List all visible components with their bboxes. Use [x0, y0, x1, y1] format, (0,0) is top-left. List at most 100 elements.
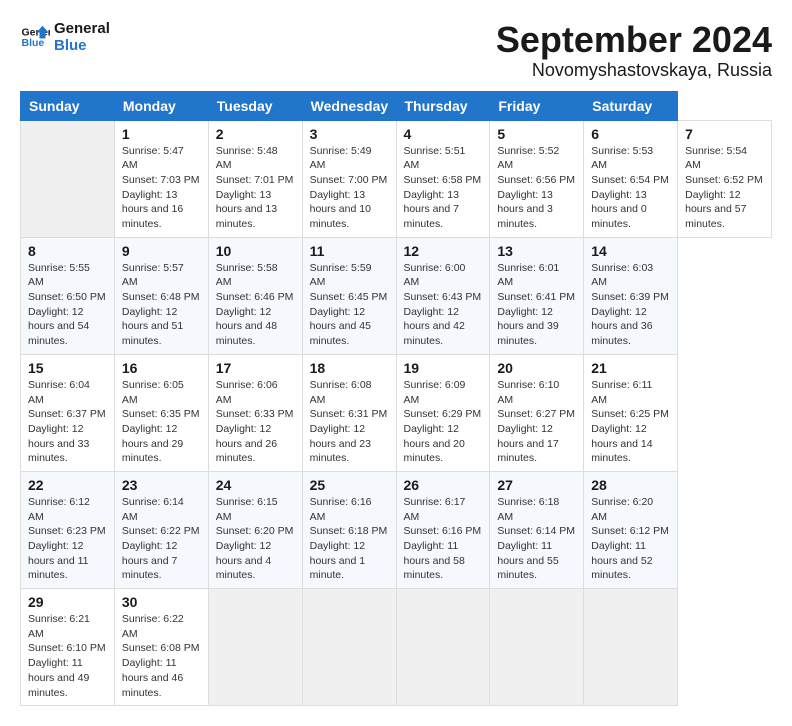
sunrise: Sunrise: 5:55 AM: [28, 261, 107, 290]
day-number: 22: [28, 477, 107, 493]
day-info: Sunrise: 6:04 AMSunset: 6:37 PMDaylight:…: [28, 378, 107, 466]
daylight: Daylight: 12 hours and 57 minutes.: [685, 188, 764, 232]
day-number: 4: [404, 126, 483, 142]
day-info: Sunrise: 6:08 AMSunset: 6:31 PMDaylight:…: [310, 378, 389, 466]
calendar-day: 25Sunrise: 6:16 AMSunset: 6:18 PMDayligh…: [302, 471, 396, 588]
sunset: Sunset: 7:00 PM: [310, 173, 389, 188]
sunrise: Sunrise: 6:01 AM: [497, 261, 576, 290]
day-number: 1: [122, 126, 201, 142]
logo-icon: General Blue: [20, 22, 50, 52]
daylight: Daylight: 12 hours and 39 minutes.: [497, 305, 576, 349]
daylight: Daylight: 13 hours and 16 minutes.: [122, 188, 201, 232]
day-number: 23: [122, 477, 201, 493]
calendar-header: Sunday Monday Tuesday Wednesday Thursday…: [21, 91, 772, 120]
calendar-day: 13Sunrise: 6:01 AMSunset: 6:41 PMDayligh…: [490, 237, 584, 354]
calendar-day: 22Sunrise: 6:12 AMSunset: 6:23 PMDayligh…: [21, 471, 115, 588]
calendar-week-5: 29 Sunrise: 6:21 AMSunset: 6:10 PMDayligh…: [21, 589, 772, 706]
sunrise: Sunrise: 6:21 AM: [28, 612, 107, 641]
calendar-day: 30Sunrise: 6:22 AMSunset: 6:08 PMDayligh…: [114, 589, 208, 706]
daylight: Daylight: 13 hours and 0 minutes.: [591, 188, 670, 232]
sunset: Sunset: 6:37 PM: [28, 407, 107, 422]
sunset: Sunset: 6:33 PM: [216, 407, 295, 422]
sunset: Sunset: 6:39 PM: [591, 290, 670, 305]
calendar-week-1: 1Sunrise: 5:47 AMSunset: 7:03 PMDaylight…: [21, 120, 772, 237]
header-thursday: Thursday: [396, 91, 490, 120]
calendar-subtitle: Novomyshastovskaya, Russia: [496, 60, 772, 81]
day-info: Sunrise: 5:52 AMSunset: 6:56 PMDaylight:…: [497, 144, 576, 232]
daylight: Daylight: 13 hours and 7 minutes.: [404, 188, 483, 232]
calendar-day: 15 Sunrise: 6:04 AMSunset: 6:37 PMDayligh…: [21, 354, 115, 471]
calendar-day: 8Sunrise: 5:55 AMSunset: 6:50 PMDaylight…: [21, 237, 115, 354]
svg-text:Blue: Blue: [22, 37, 45, 49]
calendar-day: 26Sunrise: 6:17 AMSunset: 6:16 PMDayligh…: [396, 471, 490, 588]
calendar-day: 19Sunrise: 6:09 AMSunset: 6:29 PMDayligh…: [396, 354, 490, 471]
calendar-day: [584, 589, 678, 706]
day-number: 20: [497, 360, 576, 376]
daylight: Daylight: 13 hours and 13 minutes.: [216, 188, 295, 232]
calendar-day: 23Sunrise: 6:14 AMSunset: 6:22 PMDayligh…: [114, 471, 208, 588]
sunset: Sunset: 6:43 PM: [404, 290, 483, 305]
sunset: Sunset: 6:20 PM: [216, 524, 295, 539]
day-info: Sunrise: 6:00 AMSunset: 6:43 PMDaylight:…: [404, 261, 483, 349]
sunset: Sunset: 6:08 PM: [122, 641, 201, 656]
sunset: Sunset: 6:45 PM: [310, 290, 389, 305]
day-number: 6: [591, 126, 670, 142]
day-number: 27: [497, 477, 576, 493]
calendar-body: 1Sunrise: 5:47 AMSunset: 7:03 PMDaylight…: [21, 120, 772, 706]
sunrise: Sunrise: 6:03 AM: [591, 261, 670, 290]
sunset: Sunset: 6:29 PM: [404, 407, 483, 422]
calendar-day: [396, 589, 490, 706]
day-info: Sunrise: 5:53 AMSunset: 6:54 PMDaylight:…: [591, 144, 670, 232]
calendar-day: 5Sunrise: 5:52 AMSunset: 6:56 PMDaylight…: [490, 120, 584, 237]
header-wednesday: Wednesday: [302, 91, 396, 120]
title-area: September 2024 Novomyshastovskaya, Russi…: [496, 20, 772, 81]
day-number: 29: [28, 594, 107, 610]
daylight: Daylight: 11 hours and 58 minutes.: [404, 539, 483, 583]
logo-line1: General: [54, 20, 110, 37]
sunset: Sunset: 6:52 PM: [685, 173, 764, 188]
day-info: Sunrise: 6:09 AMSunset: 6:29 PMDaylight:…: [404, 378, 483, 466]
logo-line2: Blue: [54, 37, 110, 54]
sunrise: Sunrise: 6:05 AM: [122, 378, 201, 407]
day-info: Sunrise: 6:15 AMSunset: 6:20 PMDaylight:…: [216, 495, 295, 583]
day-info: Sunrise: 6:10 AMSunset: 6:27 PMDaylight:…: [497, 378, 576, 466]
calendar-day: 18Sunrise: 6:08 AMSunset: 6:31 PMDayligh…: [302, 354, 396, 471]
sunset: Sunset: 6:41 PM: [497, 290, 576, 305]
day-info: Sunrise: 5:59 AMSunset: 6:45 PMDaylight:…: [310, 261, 389, 349]
sunrise: Sunrise: 5:57 AM: [122, 261, 201, 290]
sunset: Sunset: 6:58 PM: [404, 173, 483, 188]
calendar-day: 7Sunrise: 5:54 AMSunset: 6:52 PMDaylight…: [678, 120, 772, 237]
day-number: 8: [28, 243, 107, 259]
sunrise: Sunrise: 6:00 AM: [404, 261, 483, 290]
sunset: Sunset: 6:16 PM: [404, 524, 483, 539]
sunrise: Sunrise: 6:11 AM: [591, 378, 670, 407]
calendar-day: 16Sunrise: 6:05 AMSunset: 6:35 PMDayligh…: [114, 354, 208, 471]
sunrise: Sunrise: 6:04 AM: [28, 378, 107, 407]
day-info: Sunrise: 6:01 AMSunset: 6:41 PMDaylight:…: [497, 261, 576, 349]
sunrise: Sunrise: 6:20 AM: [591, 495, 670, 524]
calendar-day: 27Sunrise: 6:18 AMSunset: 6:14 PMDayligh…: [490, 471, 584, 588]
day-info: Sunrise: 6:11 AMSunset: 6:25 PMDaylight:…: [591, 378, 670, 466]
day-info: Sunrise: 6:16 AMSunset: 6:18 PMDaylight:…: [310, 495, 389, 583]
day-info: Sunrise: 6:21 AMSunset: 6:10 PMDaylight:…: [28, 612, 107, 700]
day-info: Sunrise: 6:22 AMSunset: 6:08 PMDaylight:…: [122, 612, 201, 700]
sunrise: Sunrise: 5:58 AM: [216, 261, 295, 290]
day-number: 28: [591, 477, 670, 493]
day-info: Sunrise: 6:05 AMSunset: 6:35 PMDaylight:…: [122, 378, 201, 466]
sunset: Sunset: 6:23 PM: [28, 524, 107, 539]
day-info: Sunrise: 5:51 AMSunset: 6:58 PMDaylight:…: [404, 144, 483, 232]
day-info: Sunrise: 5:54 AMSunset: 6:52 PMDaylight:…: [685, 144, 764, 232]
calendar-day: [208, 589, 302, 706]
day-number: 15: [28, 360, 107, 376]
sunrise: Sunrise: 6:18 AM: [497, 495, 576, 524]
sunset: Sunset: 6:35 PM: [122, 407, 201, 422]
sunset: Sunset: 6:46 PM: [216, 290, 295, 305]
sunrise: Sunrise: 6:09 AM: [404, 378, 483, 407]
sunset: Sunset: 6:27 PM: [497, 407, 576, 422]
header-saturday: Saturday: [584, 91, 678, 120]
daylight: Daylight: 11 hours and 46 minutes.: [122, 656, 201, 700]
sunrise: Sunrise: 6:14 AM: [122, 495, 201, 524]
daylight: Daylight: 12 hours and 54 minutes.: [28, 305, 107, 349]
sunset: Sunset: 6:25 PM: [591, 407, 670, 422]
day-info: Sunrise: 5:58 AMSunset: 6:46 PMDaylight:…: [216, 261, 295, 349]
